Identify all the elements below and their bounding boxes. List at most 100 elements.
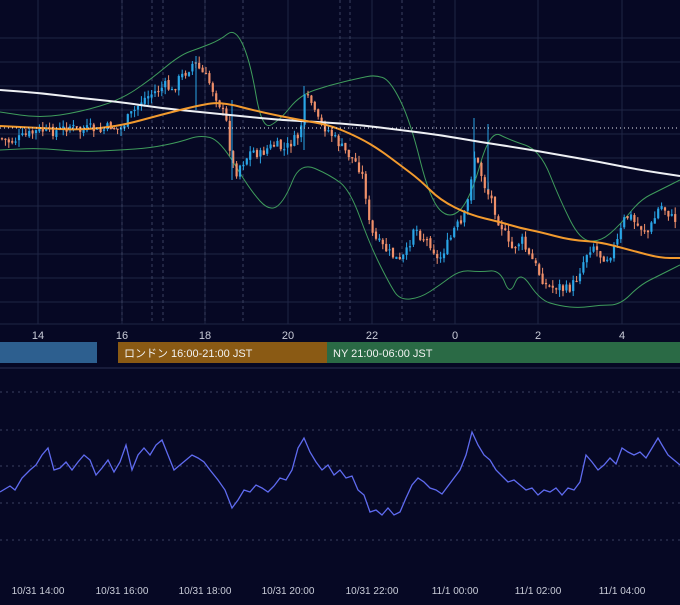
candle-body <box>609 257 612 261</box>
candle-body <box>17 135 21 141</box>
candle-body <box>4 138 7 140</box>
candle-body <box>357 162 361 173</box>
candle-body <box>606 259 609 261</box>
candle-body <box>623 217 626 228</box>
candle-body <box>75 126 78 128</box>
candle-body <box>259 150 262 157</box>
candle-body <box>21 133 24 135</box>
candle-body <box>643 230 646 232</box>
candle-body <box>640 226 643 230</box>
candle-body <box>551 285 554 288</box>
candle-body <box>541 273 544 285</box>
candle-body <box>527 248 531 255</box>
candle-body <box>262 150 265 155</box>
candle-body <box>238 165 242 177</box>
candle-body <box>531 253 534 260</box>
candle-body <box>534 260 537 264</box>
candle-body <box>215 93 218 101</box>
candle-body <box>422 239 425 241</box>
candle-body <box>330 129 333 136</box>
date-tick-label: 10/31 20:00 <box>262 586 315 597</box>
session-ny-label: NY 21:00-06:00 JST <box>333 348 433 360</box>
candle-body <box>130 111 133 114</box>
candle-body <box>266 148 269 154</box>
candle-body <box>504 228 507 230</box>
candle-body <box>300 125 303 138</box>
candle-body <box>585 255 588 263</box>
candle-body <box>439 257 442 259</box>
candle-body <box>34 130 38 133</box>
session-london-label: ロンドン 16:00-21:00 JST <box>124 348 253 360</box>
hour-tick-label: 22 <box>366 330 378 342</box>
candle-body <box>187 72 191 76</box>
candle-body <box>347 149 350 158</box>
candle-body <box>476 157 480 163</box>
candle-body <box>657 208 660 219</box>
candle-body <box>459 220 463 224</box>
hour-tick-label: 18 <box>199 330 211 342</box>
date-tick-label: 11/1 02:00 <box>515 586 562 597</box>
candle-body <box>184 72 187 76</box>
candle-body <box>116 128 119 130</box>
hour-tick-label: 4 <box>619 330 625 342</box>
date-tick-label: 10/31 16:00 <box>96 586 149 597</box>
candle-body <box>480 162 483 177</box>
chart-canvas[interactable]: 14 16 18 20 22 0 2 4 ロンドン 16:00-21:00 JST NY 21:… <box>0 0 680 600</box>
candle-body <box>378 238 381 241</box>
candle-body <box>561 285 565 291</box>
forex-chart[interactable]: 14 16 18 20 22 0 2 4 ロンドン 16:00-21:00 JST NY 21:… <box>0 0 680 600</box>
candle-body <box>470 179 473 201</box>
candle-body <box>616 238 619 245</box>
candle-body <box>136 105 140 110</box>
candle-body <box>388 249 391 251</box>
candle-body <box>653 218 656 224</box>
date-tick-label: 10/31 14:00 <box>12 586 65 597</box>
candle-body <box>252 150 255 153</box>
candle-body <box>449 237 452 240</box>
candle-body <box>364 173 367 199</box>
candle-body <box>483 177 486 189</box>
candle-body <box>113 127 116 130</box>
candle-body <box>0 138 4 140</box>
candle-body <box>174 89 177 91</box>
candle-body <box>619 228 622 240</box>
candle-body <box>344 142 347 151</box>
candle-body <box>368 199 371 221</box>
candle-body <box>296 134 299 139</box>
candle-body <box>150 94 153 98</box>
candle-body <box>7 139 10 143</box>
candle-body <box>211 83 214 92</box>
candle-body <box>167 79 170 90</box>
candle-body <box>11 141 14 143</box>
hour-tick-label: 14 <box>32 330 44 342</box>
candle-body <box>177 76 180 91</box>
candle-body <box>351 157 354 159</box>
candle-body <box>466 199 469 211</box>
candle-body <box>269 144 272 149</box>
candle-body <box>374 231 378 239</box>
candle-body <box>500 224 503 230</box>
hour-tick-label: 0 <box>452 330 458 342</box>
candle-body <box>99 128 102 133</box>
candle-body <box>143 97 146 104</box>
candle-body <box>565 284 568 291</box>
candle-body <box>313 101 316 110</box>
candle-body <box>674 214 677 222</box>
candle-body <box>191 63 194 72</box>
candle-body <box>660 206 663 210</box>
candle-body <box>429 238 432 249</box>
candle-body <box>24 133 27 135</box>
candle-body <box>289 143 293 147</box>
candle-body <box>361 171 364 175</box>
candle-body <box>354 158 357 162</box>
hour-tick-label: 20 <box>282 330 294 342</box>
candle-body <box>442 253 446 259</box>
candle-body <box>72 124 75 127</box>
candle-body <box>153 91 157 94</box>
candle-body <box>602 256 605 262</box>
candle-body <box>578 273 582 282</box>
candle-body <box>286 143 289 148</box>
date-tick-label: 10/31 18:00 <box>179 586 232 597</box>
candle-body <box>446 239 449 255</box>
candle-body <box>283 149 286 151</box>
